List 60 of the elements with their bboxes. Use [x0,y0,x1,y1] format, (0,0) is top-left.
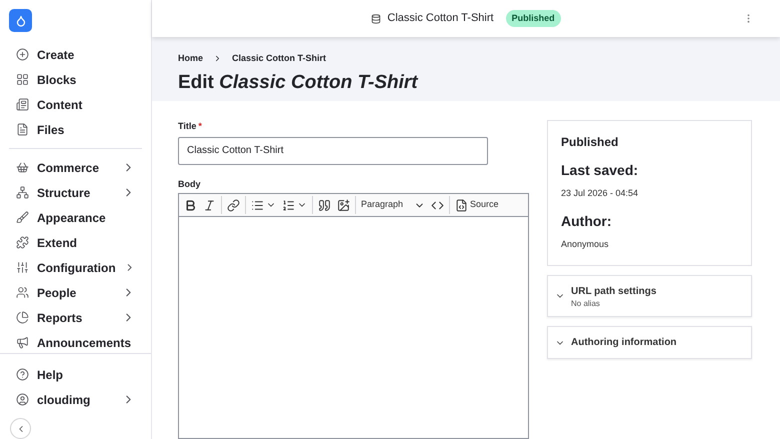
sidebar-item[interactable]: Configuration [0,255,151,280]
paragraph-dropdown[interactable]: Paragraph [358,198,428,212]
title-input[interactable]: Classic Cotton T-Shirt [178,136,488,164]
logo[interactable] [9,9,32,32]
panel-title: Authoring information [571,336,677,350]
page-title: Edit Classic Cotton T-Shirt [178,70,420,94]
megaphone-icon [16,336,29,349]
sidebar-item[interactable]: Announcements [0,330,151,351]
sidebar-item[interactable]: Commerce [0,155,151,180]
breadcrumb-link[interactable]: Home [178,52,204,66]
meta-label: Last saved: [561,161,640,180]
pie-chart-icon [16,311,29,324]
quote-icon [318,198,331,212]
panel-summary: No alias [571,299,601,308]
image-icon [337,198,350,212]
italic-icon [203,198,216,212]
field-label: Title [178,120,196,133]
list-icon [16,98,29,111]
sidebar-item[interactable]: People [0,280,151,305]
user-icon [16,393,29,406]
sidebar-item[interactable]: Help [0,362,151,387]
people-icon [16,286,29,299]
sidebar-item[interactable]: Content [0,92,151,117]
code-icon [431,198,444,212]
basket-icon [16,161,29,174]
grid-icon [16,73,29,86]
source-icon [455,198,468,212]
sliders-icon [16,261,29,274]
sidebar-item[interactable]: Create [0,42,151,67]
brush-icon [16,211,29,224]
link-icon [227,198,240,212]
sidebar-item[interactable]: Appearance [0,205,151,230]
collapsible-panel[interactable]: Authoring information [547,326,752,359]
puzzle-icon [16,236,29,249]
meta-value: Anonymous [561,238,610,251]
field-label: Body [178,178,202,191]
sidebar-item[interactable]: Reports [0,305,151,330]
sidebar-item[interactable]: Blocks [0,67,151,92]
help-icon [16,368,29,381]
publish-status: Published [561,134,620,151]
required-mark: * [198,120,202,133]
hierarchy-icon [16,186,29,199]
file-icon [16,123,29,136]
meta-value: 23 Jul 2026 - 04:54 [561,187,640,200]
source-button[interactable]: Source [452,195,502,215]
sidebar-item[interactable]: Structure [0,180,151,205]
sidebar-item[interactable]: Files [0,117,151,142]
status-badge: Published [506,10,561,28]
numbered-list-icon [282,198,295,212]
panel-title: URL path settings [571,285,656,299]
rich-text-editor[interactable]: Paragraph Source [178,193,529,439]
plus-circle-icon [16,48,29,61]
drop-icon [14,14,26,26]
header-title: Classic Cotton T-Shirt [387,11,494,26]
bold-icon [184,198,197,212]
meta-label: Author: [561,212,613,230]
sidebar-item[interactable]: cloudimg [0,387,151,412]
database-icon [371,14,382,24]
sidebar-item[interactable]: Extend [0,230,151,255]
collapsible-panel[interactable]: URL path settings No alias [547,275,752,317]
